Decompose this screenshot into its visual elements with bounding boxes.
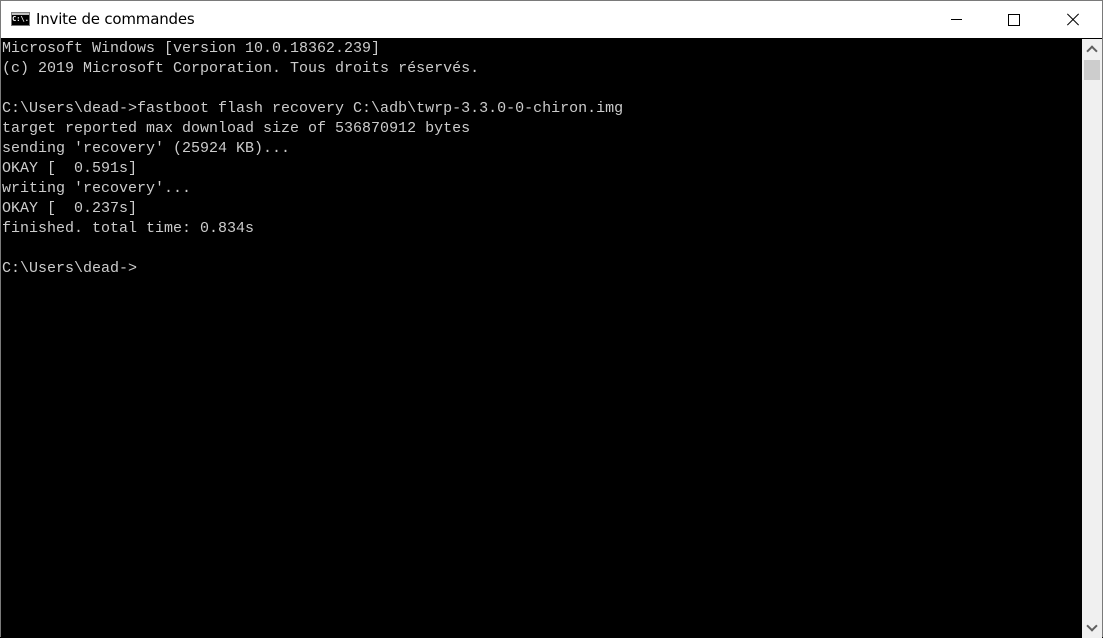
- title-bar[interactable]: C:\. Invite de commandes: [1, 1, 1102, 38]
- console-line: finished. total time: 0.834s: [2, 220, 255, 237]
- scrollbar-thumb[interactable]: [1084, 60, 1100, 80]
- command-prompt-line[interactable]: C:\Users\dead->: [2, 259, 137, 279]
- console-line: sending 'recovery' (25924 KB)...: [2, 140, 291, 157]
- chevron-up-icon: [1086, 45, 1098, 57]
- console-line: writing 'recovery'...: [2, 180, 192, 197]
- chevron-down-icon: [1086, 620, 1098, 632]
- minimize-button[interactable]: [927, 1, 985, 38]
- console-line: (c) 2019 Microsoft Corporation. Tous dro…: [2, 60, 480, 77]
- close-button[interactable]: [1044, 1, 1102, 38]
- vertical-scrollbar[interactable]: [1082, 39, 1102, 638]
- maximize-icon: [1008, 13, 1020, 26]
- console-line: OKAY [ 0.237s]: [2, 200, 138, 217]
- maximize-button[interactable]: [985, 1, 1043, 38]
- console-line: OKAY [ 0.591s]: [2, 160, 138, 177]
- command-prompt-window: C:\. Invite de commandes Microsoft Windo…: [0, 0, 1103, 638]
- scroll-up-button[interactable]: [1082, 39, 1102, 59]
- minimize-icon: [950, 19, 962, 20]
- console-line: Microsoft Windows [version 10.0.18362.23…: [2, 40, 381, 57]
- window-title: Invite de commandes: [36, 10, 195, 28]
- cmd-app-icon[interactable]: C:\.: [11, 12, 30, 26]
- console-line: target reported max download size of 536…: [2, 120, 471, 137]
- console-line: C:\Users\dead->fastboot flash recovery C…: [2, 100, 624, 117]
- close-icon: [1067, 14, 1079, 26]
- console-output[interactable]: Microsoft Windows [version 10.0.18362.23…: [1, 39, 1082, 638]
- scroll-down-button[interactable]: [1082, 618, 1102, 638]
